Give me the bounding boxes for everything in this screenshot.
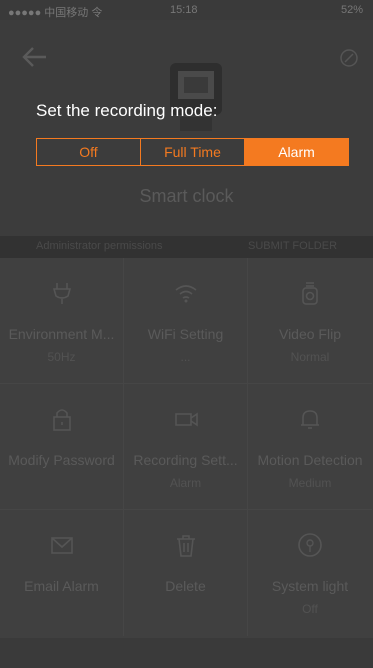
setting-title: WiFi Setting — [147, 326, 224, 342]
recording-mode-selector: Off Full Time Alarm — [36, 138, 349, 166]
back-arrow-icon[interactable] — [20, 42, 50, 72]
settings-grid: Environment M... 50Hz WiFi Setting ... V… — [0, 258, 373, 638]
lock-icon — [52, 409, 71, 431]
setting-motion-detection[interactable]: Motion Detection Medium — [248, 384, 372, 510]
setting-recording[interactable]: Recording Sett... Alarm — [124, 384, 248, 510]
bell-icon — [301, 410, 319, 429]
bottom-area — [0, 638, 373, 668]
wifi-icon — [175, 285, 196, 303]
setting-delete[interactable]: Delete — [124, 510, 248, 636]
mode-off-option[interactable]: Off — [37, 139, 141, 165]
device-name: Smart clock — [139, 186, 234, 206]
battery-text: 52% — [340, 4, 363, 16]
edit-icon[interactable] — [339, 48, 359, 68]
setting-value: Off — [302, 602, 318, 616]
video-camera-icon — [174, 412, 198, 427]
mode-alarm-option[interactable]: Alarm — [245, 139, 348, 165]
setting-value: 50Hz — [47, 350, 76, 364]
setting-title: Environment M... — [8, 326, 115, 342]
device-image — [170, 63, 222, 131]
setting-title: Motion Detection — [257, 452, 363, 468]
setting-environment-mode[interactable]: Environment M... 50Hz — [0, 258, 124, 384]
setting-title: Video Flip — [278, 326, 341, 342]
carrier-text: ●●●●● 中国移动 令 — [8, 7, 103, 19]
permissions-text: Administrator permissions — [36, 240, 163, 252]
setting-modify-password[interactable]: Modify Password — [0, 384, 124, 510]
submit-folder-link[interactable]: SUBMIT FOLDER — [248, 240, 337, 252]
setting-value: Normal — [290, 350, 330, 364]
envelope-icon — [50, 537, 73, 554]
camera-flip-icon — [302, 282, 318, 305]
setting-title: Recording Sett... — [133, 452, 238, 468]
setting-email-alarm[interactable]: Email Alarm — [0, 510, 124, 636]
plug-icon — [52, 283, 71, 304]
setting-video-flip[interactable]: Video Flip Normal — [248, 258, 372, 384]
setting-system-light[interactable]: System light Off — [248, 510, 372, 636]
mode-full-time-option[interactable]: Full Time — [141, 139, 245, 165]
status-bar: ●●●●● 中国移动 令 15:18 52% — [0, 0, 373, 20]
setting-value: ... — [180, 350, 191, 364]
setting-wifi[interactable]: WiFi Setting ... — [124, 258, 248, 384]
setting-title: Modify Password — [8, 452, 115, 468]
clock-text: 15:18 — [170, 4, 198, 16]
light-icon — [298, 533, 322, 557]
setting-title: Email Alarm — [24, 578, 99, 594]
setting-title: Delete — [165, 578, 206, 594]
trash-icon — [176, 535, 195, 557]
recording-mode-title: Set the recording mode: — [36, 101, 218, 120]
permissions-bar: Administrator permissions SUBMIT FOLDER — [0, 236, 373, 258]
setting-value: Medium — [288, 476, 332, 490]
setting-value: Alarm — [169, 476, 202, 490]
setting-title: System light — [271, 578, 349, 594]
